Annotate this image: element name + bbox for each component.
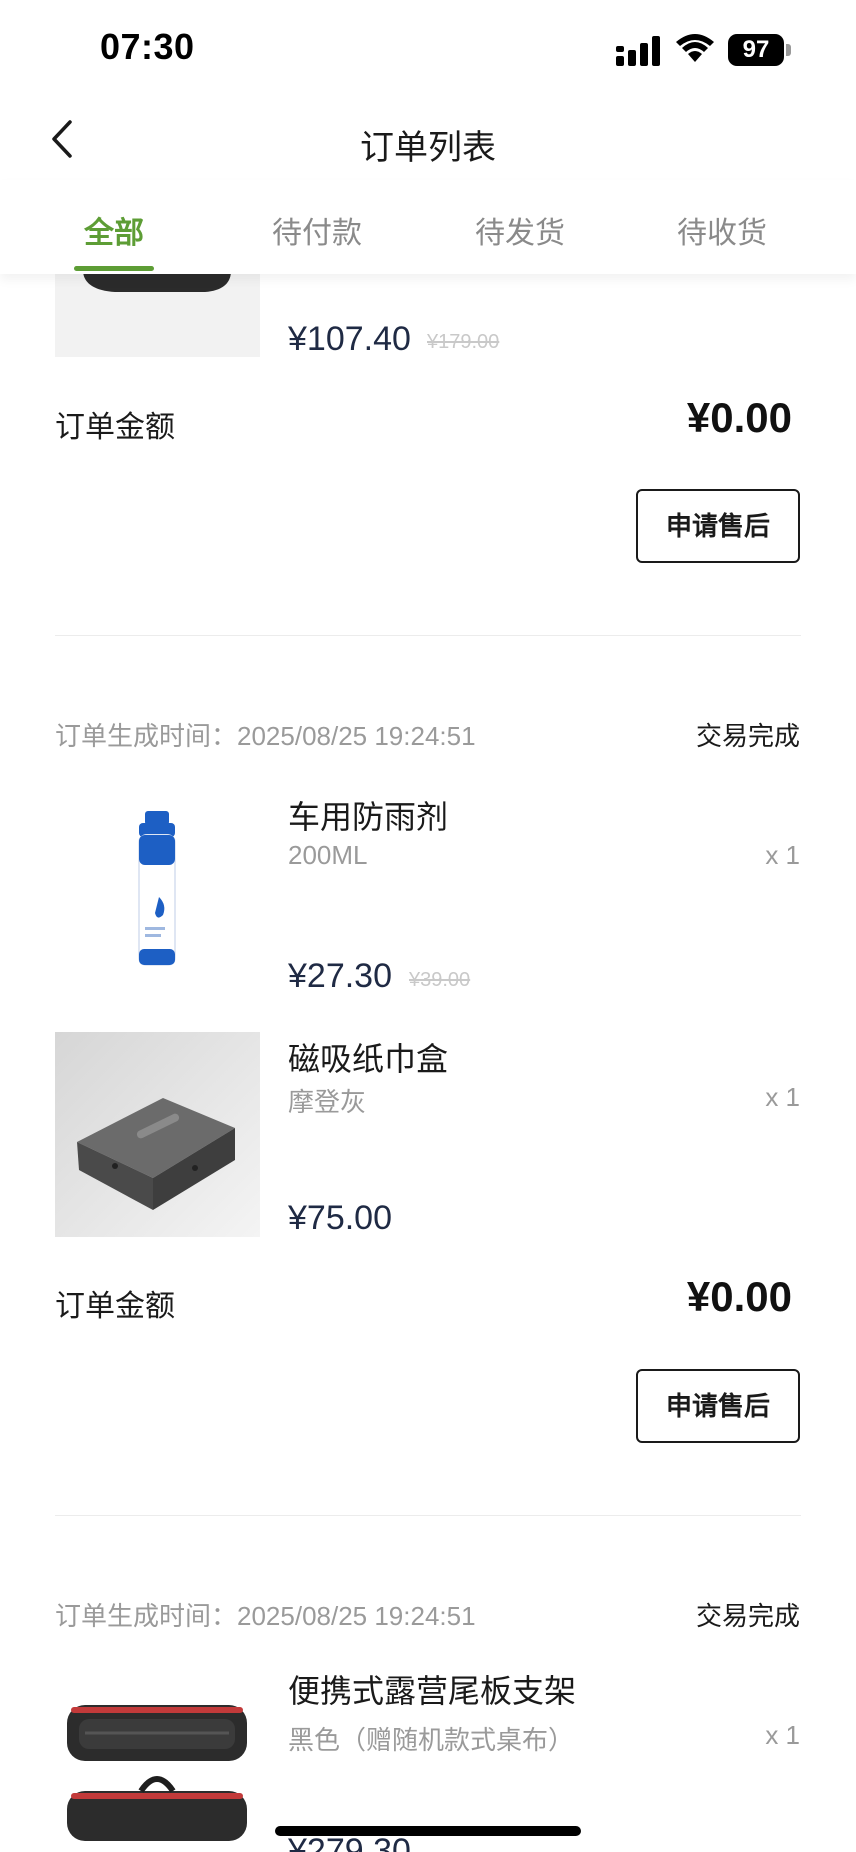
product-name: 车用防雨剂 [288, 799, 449, 835]
order-status-tabs: 全部 待付款 待发货 待收货 [0, 180, 856, 274]
product-image-camping-rack[interactable] [55, 1667, 260, 1852]
product-spec: 黑色（赠随机款式桌布） [288, 1725, 575, 1755]
order-total-value: ¥0.00 [686, 1273, 792, 1320]
order-total-value: ¥0.00 [686, 394, 792, 441]
order-created-time: 订单生成时间：2025/08/25 19:24:51 [55, 1601, 476, 1631]
product-original-price: ¥39.00 [409, 969, 471, 991]
battery-level: 97 [728, 34, 784, 66]
status-bar: 07:30 97 [0, 0, 856, 100]
product-name: 磁吸纸巾盒 [288, 1041, 449, 1077]
nav-header: 订单列表 [0, 100, 856, 180]
tab-pending-payment[interactable]: 待付款 [237, 208, 397, 252]
product-quantity: x 1 [765, 1720, 800, 1750]
product-price: ¥27.30 [288, 957, 392, 995]
order-status: 交易完成 [695, 1601, 800, 1631]
tab-pending-receipt[interactable]: 待收货 [642, 208, 802, 252]
tab-all[interactable]: 全部 [34, 208, 194, 252]
divider [55, 635, 801, 636]
order-list[interactable]: ¥107.40 ¥179.00 订单金额 ¥0.00 申请售后 订单生成时间：2… [0, 0, 856, 1852]
order-total-label: 订单金额 [55, 1290, 175, 1323]
battery-icon: 97 [728, 34, 792, 66]
page-title: 订单列表 [360, 129, 496, 167]
product-price: ¥107.40 [288, 320, 411, 358]
tab-pending-shipment[interactable]: 待发货 [440, 208, 600, 252]
product-quantity: x 1 [765, 840, 800, 870]
camping-rack-icon [67, 1705, 247, 1841]
apply-aftersale-button[interactable]: 申请售后 [636, 1369, 800, 1443]
status-time: 07:30 [100, 26, 195, 67]
order-created-time: 订单生成时间：2025/08/25 19:24:51 [55, 721, 476, 751]
product-spec: 200ML [288, 840, 368, 870]
battery-tip [786, 44, 791, 56]
home-indicator[interactable] [275, 1826, 581, 1836]
product-original-price: ¥179.00 [427, 331, 500, 353]
cellular-signal-icon [616, 36, 660, 66]
product-spec: 摩登灰 [288, 1087, 367, 1117]
divider [55, 1515, 801, 1516]
order-status: 交易完成 [695, 721, 800, 751]
product-image-spray[interactable] [55, 787, 260, 992]
product-image-tissue-box[interactable] [55, 1032, 260, 1237]
active-tab-indicator [74, 266, 154, 271]
product-name: 便携式露营尾板支架 [288, 1673, 577, 1709]
product-quantity: x 1 [765, 1082, 800, 1112]
order-total-label: 订单金额 [55, 411, 175, 444]
product-price: ¥75.00 [288, 1199, 392, 1237]
spray-bottle-icon [138, 811, 176, 966]
wifi-icon [676, 34, 714, 62]
apply-aftersale-button[interactable]: 申请售后 [636, 489, 800, 563]
tissue-box-icon [55, 1032, 260, 1237]
